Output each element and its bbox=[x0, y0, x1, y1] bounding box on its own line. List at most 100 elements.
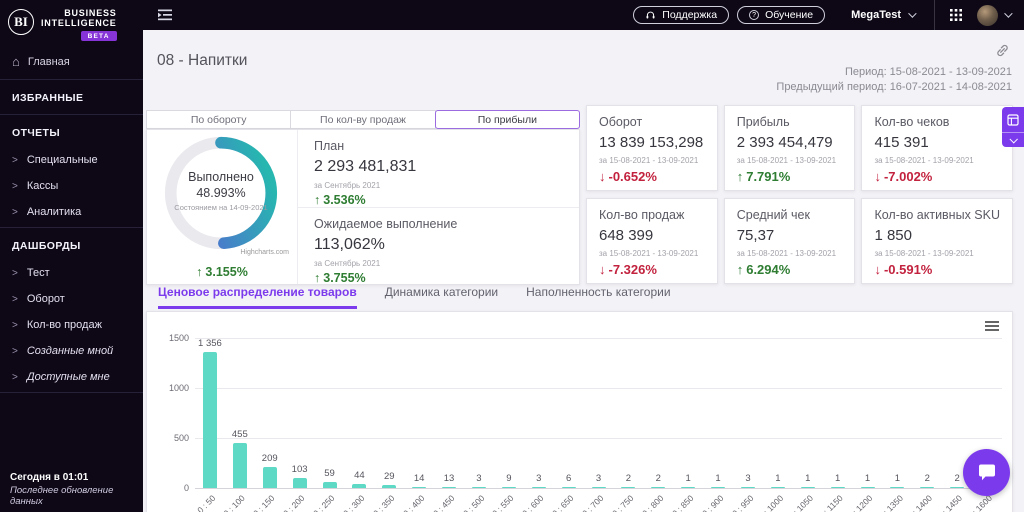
kpi-title: Кол-во активных SKU bbox=[874, 208, 1000, 222]
arrow-down-icon: ↓ bbox=[599, 262, 606, 277]
main-content: 08 - Напитки Период: 15-08-2021 - 13-09-… bbox=[143, 30, 1024, 512]
bar[interactable] bbox=[621, 487, 636, 488]
bar[interactable] bbox=[800, 487, 815, 488]
last-update-caption: Последнее обновление данных bbox=[10, 485, 114, 507]
plan-tab[interactable]: По обороту bbox=[146, 110, 292, 129]
bar[interactable] bbox=[352, 483, 367, 488]
sidebar-item[interactable]: > Кол-во продаж bbox=[0, 312, 143, 338]
bar[interactable] bbox=[442, 486, 457, 488]
arrow-down-icon: ↓ bbox=[599, 169, 606, 184]
kpi-delta: ↑ 6.294% bbox=[737, 262, 843, 277]
bar[interactable] bbox=[770, 487, 785, 488]
kpi-value: 75,37 bbox=[736, 227, 775, 244]
y-axis-tick-label: 0 bbox=[183, 483, 189, 493]
plan-tab[interactable]: По кол-ву продаж bbox=[290, 110, 436, 129]
highcharts-credit[interactable]: Highcharts.com bbox=[240, 249, 289, 256]
kpi-delta-value: 6.294% bbox=[746, 262, 791, 277]
apps-grid-button[interactable] bbox=[949, 8, 963, 22]
kpi-delta: ↓ -7.002% bbox=[874, 169, 1000, 184]
logo: BI BUSINESS INTELLIGENCE BETA bbox=[0, 0, 143, 47]
x-axis: 0 : 50 50 : 100 100 : 150 150 : 200 200 : 25… bbox=[195, 490, 1002, 512]
sidebar-item[interactable]: > Тест bbox=[0, 260, 143, 286]
bar-cell: 3 bbox=[524, 338, 554, 488]
plan-section: План 2 293 481,831 за Сентябрь 2021 ↑ 3.5… bbox=[298, 130, 579, 208]
support-button[interactable]: Поддержка bbox=[633, 6, 730, 24]
x-axis-cell: 750 : 800 bbox=[633, 490, 673, 512]
chevron-down-icon bbox=[908, 9, 917, 18]
chart-tab[interactable]: Ценовое распределение товаров bbox=[158, 285, 357, 309]
arrow-up-icon: ↑ bbox=[736, 169, 744, 184]
kpi-title: Средний чек bbox=[736, 208, 810, 222]
bar[interactable] bbox=[322, 482, 337, 488]
training-label: Обучение bbox=[765, 9, 814, 21]
bar-value-label: 1 bbox=[715, 473, 721, 484]
x-axis-cell: 100 : 150 bbox=[245, 490, 285, 512]
bar-value-label: 9 bbox=[506, 473, 512, 484]
bar[interactable] bbox=[860, 487, 875, 488]
bar[interactable] bbox=[471, 487, 486, 488]
chart-tab[interactable]: Наполненность категории bbox=[526, 285, 670, 309]
bar-value-label: 1 bbox=[864, 473, 871, 484]
bar-value-label: 2 bbox=[924, 473, 930, 484]
bar[interactable] bbox=[920, 487, 935, 488]
bar[interactable] bbox=[830, 487, 845, 488]
chart-tab[interactable]: Динамика категории bbox=[385, 285, 498, 309]
bar[interactable] bbox=[382, 485, 397, 488]
sidebar-item[interactable]: > Оборот bbox=[0, 286, 143, 312]
bar-cell: 59 bbox=[315, 338, 345, 488]
bar[interactable] bbox=[412, 486, 427, 488]
bar[interactable] bbox=[711, 487, 726, 488]
bar[interactable] bbox=[950, 487, 965, 488]
account-menu[interactable]: MegaTest bbox=[851, 9, 917, 21]
sidebar-item[interactable]: > Доступные мне bbox=[0, 364, 143, 390]
share-link-button[interactable] bbox=[995, 43, 1010, 63]
side-panel-buttons bbox=[1002, 107, 1024, 147]
bar[interactable] bbox=[561, 487, 576, 488]
sidebar-toggle-button[interactable] bbox=[157, 8, 173, 22]
kpi-value: 1 850 bbox=[874, 227, 912, 244]
bar[interactable] bbox=[501, 487, 516, 488]
app: BI BUSINESS INTELLIGENCE BETA ⌂ Главная … bbox=[0, 0, 1024, 512]
sidebar-item-home[interactable]: ⌂ Главная bbox=[0, 47, 143, 77]
bar-cell: 2 bbox=[613, 338, 643, 488]
bar[interactable] bbox=[890, 487, 905, 488]
headset-icon bbox=[646, 11, 655, 18]
bar[interactable] bbox=[292, 477, 307, 488]
bar-value-label: 1 bbox=[894, 473, 901, 484]
bar[interactable] bbox=[651, 487, 666, 488]
kpi-delta-value: 7.791% bbox=[746, 169, 791, 184]
sidebar-item-label: Оборот bbox=[26, 293, 65, 305]
table-view-button[interactable] bbox=[1002, 107, 1024, 132]
bar-cell: 1 bbox=[823, 338, 853, 488]
bar-cell: 455 bbox=[225, 338, 255, 488]
chart-menu-button[interactable] bbox=[985, 321, 999, 333]
gridline bbox=[195, 488, 1002, 489]
bar[interactable] bbox=[591, 487, 606, 488]
chat-widget-button[interactable] bbox=[963, 449, 1010, 496]
bar-value-label: 3 bbox=[595, 473, 602, 484]
bar[interactable] bbox=[531, 487, 546, 488]
bar[interactable] bbox=[681, 487, 696, 488]
user-menu[interactable] bbox=[977, 4, 1013, 26]
sidebar: BI BUSINESS INTELLIGENCE BETA ⌂ Главная … bbox=[0, 0, 143, 512]
plan-tab[interactable]: По прибыли bbox=[434, 110, 580, 129]
chart-card: 0 500 1000 1500 1 356 455 209 103 59 44 29 14 13 3 9 3 6… bbox=[146, 311, 1013, 512]
training-button[interactable]: ? Обучение bbox=[737, 6, 826, 24]
sidebar-item[interactable]: > Созданные мной bbox=[0, 338, 143, 364]
collapse-panel-button[interactable] bbox=[1002, 132, 1024, 147]
sidebar-item[interactable]: > Кассы bbox=[0, 173, 143, 199]
gauge-as-of: Состоянием на 14-09-2021 bbox=[174, 203, 268, 212]
sidebar-item-label: Кассы bbox=[26, 180, 59, 192]
kpi-period: за 15-08-2021 - 13-09-2021 bbox=[736, 249, 837, 258]
bar[interactable] bbox=[202, 352, 217, 488]
bar[interactable] bbox=[740, 487, 755, 488]
gauge-value: 48.993% bbox=[196, 186, 246, 200]
bar-cell: 14 bbox=[404, 338, 434, 488]
sidebar-item[interactable]: > Аналитика bbox=[0, 199, 143, 225]
bar[interactable] bbox=[232, 442, 247, 488]
chat-bubble-icon bbox=[978, 464, 995, 480]
bar[interactable] bbox=[262, 467, 277, 488]
bar-cell: 3 bbox=[733, 338, 763, 488]
sidebar-item[interactable]: > Специальные bbox=[0, 147, 143, 173]
arrow-up-icon: ↑ bbox=[314, 193, 321, 207]
